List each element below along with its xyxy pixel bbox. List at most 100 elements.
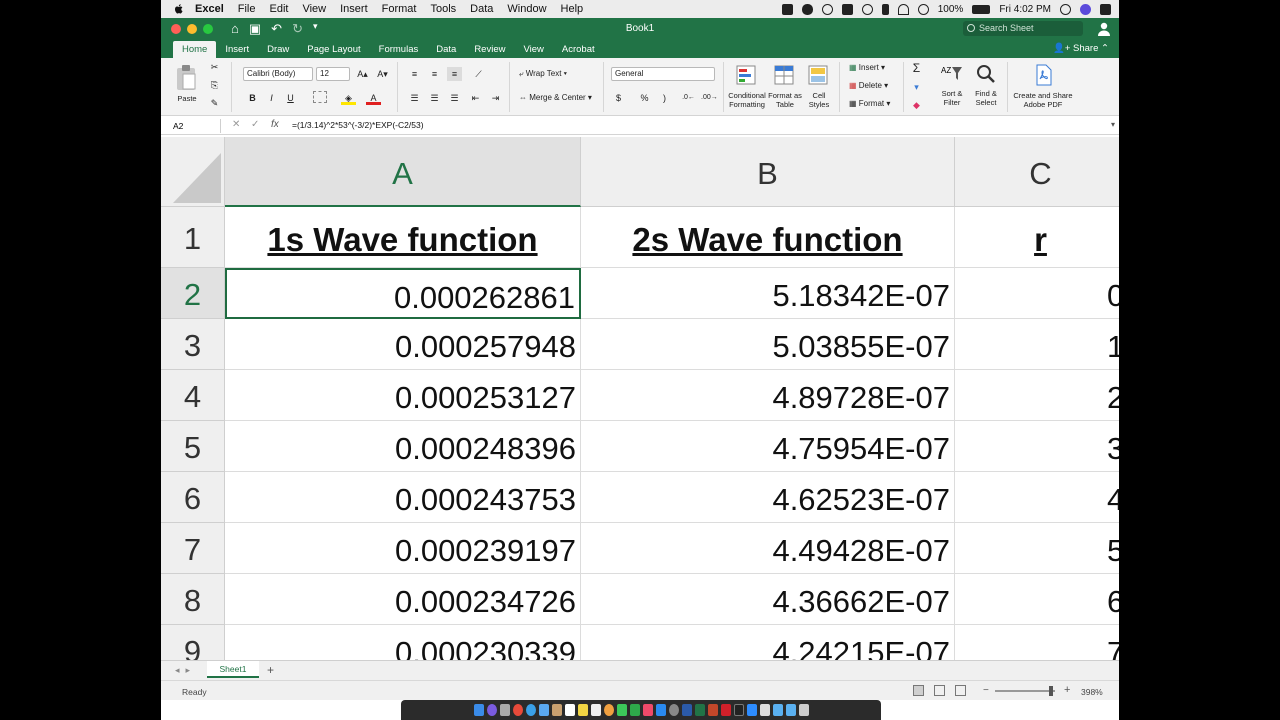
row-header-3[interactable]: 3: [161, 319, 225, 370]
row-header-5[interactable]: 5: [161, 421, 225, 472]
clock[interactable]: Fri 4:02 PM: [999, 4, 1051, 15]
autosum-icon[interactable]: Σ: [909, 61, 924, 75]
font-size-select[interactable]: 12: [316, 67, 350, 81]
cell-b2[interactable]: 5.18342E-07: [581, 268, 955, 319]
downloads-dock-icon[interactable]: [785, 704, 796, 716]
cell-a2[interactable]: 0.000262861: [225, 268, 581, 319]
add-sheet-button[interactable]: +: [267, 663, 274, 677]
folder-dock-icon[interactable]: [772, 704, 783, 716]
tab-insert[interactable]: Insert: [216, 41, 258, 58]
cancel-formula-icon[interactable]: ✕: [232, 119, 240, 130]
delete-cells-button[interactable]: ▦ Delete ▾: [849, 81, 888, 90]
settings-dock-icon[interactable]: [668, 704, 679, 716]
wrap-text-button[interactable]: ⤶ Wrap Text ▾: [519, 69, 567, 79]
sync-icon[interactable]: [821, 3, 833, 15]
row-header-2[interactable]: 2: [161, 268, 225, 319]
format-as-table-button[interactable]: Format as Table: [767, 64, 803, 114]
align-top-icon[interactable]: ≡: [407, 67, 422, 81]
cell-a8[interactable]: 0.000234726: [225, 574, 581, 625]
zoom-in-button[interactable]: +: [1064, 684, 1070, 696]
confirm-formula-icon[interactable]: ✓: [251, 119, 259, 130]
cell-c6[interactable]: 4: [955, 472, 1119, 523]
menu-format[interactable]: Format: [382, 3, 417, 15]
format-painter-icon[interactable]: ✎: [207, 96, 222, 110]
comma-button[interactable]: ): [657, 91, 672, 105]
calendar-dock-icon[interactable]: [564, 704, 575, 716]
mail-dock-icon[interactable]: [538, 704, 549, 716]
header-cell-c1[interactable]: r: [955, 207, 1119, 268]
cell-c8[interactable]: 6: [955, 574, 1119, 625]
cell-c5[interactable]: 3: [955, 421, 1119, 472]
clear-icon[interactable]: ◆: [909, 98, 924, 112]
cell-a9[interactable]: 0.000230339: [225, 625, 581, 660]
extension-icon[interactable]: [841, 3, 853, 15]
row-header-6[interactable]: 6: [161, 472, 225, 523]
cell-b3[interactable]: 5.03855E-07: [581, 319, 955, 370]
currency-button[interactable]: $: [611, 91, 626, 105]
fill-icon[interactable]: ▾: [909, 80, 924, 94]
menu-insert[interactable]: Insert: [340, 3, 368, 15]
terminal-dock-icon[interactable]: [733, 704, 744, 716]
column-header-b[interactable]: B: [581, 137, 955, 207]
account-icon[interactable]: [1097, 21, 1111, 37]
menu-data[interactable]: Data: [470, 3, 493, 15]
battery-percent[interactable]: 100%: [938, 4, 964, 15]
spotlight-icon[interactable]: [1060, 3, 1071, 15]
cell-c4[interactable]: 2: [955, 370, 1119, 421]
messages-dock-icon[interactable]: [616, 704, 627, 716]
align-middle-icon[interactable]: ≡: [427, 67, 442, 81]
header-cell-b1[interactable]: 2s Wave function: [581, 207, 955, 268]
zoom-slider[interactable]: [995, 690, 1055, 692]
sheet-tab-sheet1[interactable]: Sheet1: [207, 661, 259, 678]
zoom-slider-handle[interactable]: [1049, 686, 1053, 696]
cell-b8[interactable]: 4.36662E-07: [581, 574, 955, 625]
zoom-level[interactable]: 398%: [1081, 687, 1103, 697]
page-layout-view-button[interactable]: [934, 685, 945, 696]
tab-draw[interactable]: Draw: [258, 41, 298, 58]
underline-button[interactable]: U: [283, 91, 298, 105]
percent-button[interactable]: %: [637, 91, 652, 105]
header-cell-a1[interactable]: 1s Wave function: [225, 207, 581, 268]
wifi-icon[interactable]: [897, 3, 909, 15]
menu-app-name[interactable]: Excel: [195, 3, 224, 15]
cell-c7[interactable]: 5: [955, 523, 1119, 574]
zoom-out-button[interactable]: −: [983, 685, 989, 696]
notes-dock-icon[interactable]: [577, 704, 588, 716]
decrease-decimal-icon[interactable]: .00→: [701, 91, 718, 105]
tab-home[interactable]: Home: [173, 41, 217, 58]
cloud-icon[interactable]: [801, 3, 813, 15]
music-dock-icon[interactable]: [642, 704, 653, 716]
powerpoint-dock-icon[interactable]: [707, 704, 718, 716]
align-left-icon[interactable]: ☰: [407, 91, 422, 105]
menu-file[interactable]: File: [238, 3, 256, 15]
safari-dock-icon[interactable]: [525, 704, 536, 716]
borders-icon[interactable]: [313, 91, 327, 103]
increase-decimal-icon[interactable]: .0←: [681, 91, 696, 105]
copy-icon[interactable]: ⎘: [207, 78, 222, 92]
cell-c2[interactable]: 0: [955, 268, 1119, 319]
align-bottom-icon[interactable]: ≡: [447, 67, 462, 81]
volume-icon[interactable]: [917, 3, 929, 15]
cell-a6[interactable]: 0.000243753: [225, 472, 581, 523]
menu-edit[interactable]: Edit: [269, 3, 288, 15]
increase-indent-icon[interactable]: ⇥: [488, 91, 503, 105]
siri-icon[interactable]: [1080, 3, 1091, 15]
tab-page-layout[interactable]: Page Layout: [298, 41, 369, 58]
acrobat-dock-icon[interactable]: [720, 704, 731, 716]
tab-review[interactable]: Review: [465, 41, 514, 58]
trash-dock-icon[interactable]: [798, 704, 809, 716]
reminders-dock-icon[interactable]: [590, 704, 601, 716]
find-select-button[interactable]: Find & Select: [969, 64, 1003, 114]
notification-center-icon[interactable]: [1100, 3, 1111, 15]
tab-view[interactable]: View: [514, 41, 552, 58]
row-header-9[interactable]: 9: [161, 625, 225, 660]
chrome-dock-icon[interactable]: [512, 704, 523, 716]
menu-help[interactable]: Help: [561, 3, 584, 15]
row-header-8[interactable]: 8: [161, 574, 225, 625]
preview-dock-icon[interactable]: [759, 704, 770, 716]
column-header-c[interactable]: C: [955, 137, 1119, 207]
sort-filter-button[interactable]: AZ Sort & Filter: [935, 64, 969, 114]
cell-b6[interactable]: 4.62523E-07: [581, 472, 955, 523]
orientation-icon[interactable]: ⟋: [471, 67, 486, 81]
cell-b7[interactable]: 4.49428E-07: [581, 523, 955, 574]
